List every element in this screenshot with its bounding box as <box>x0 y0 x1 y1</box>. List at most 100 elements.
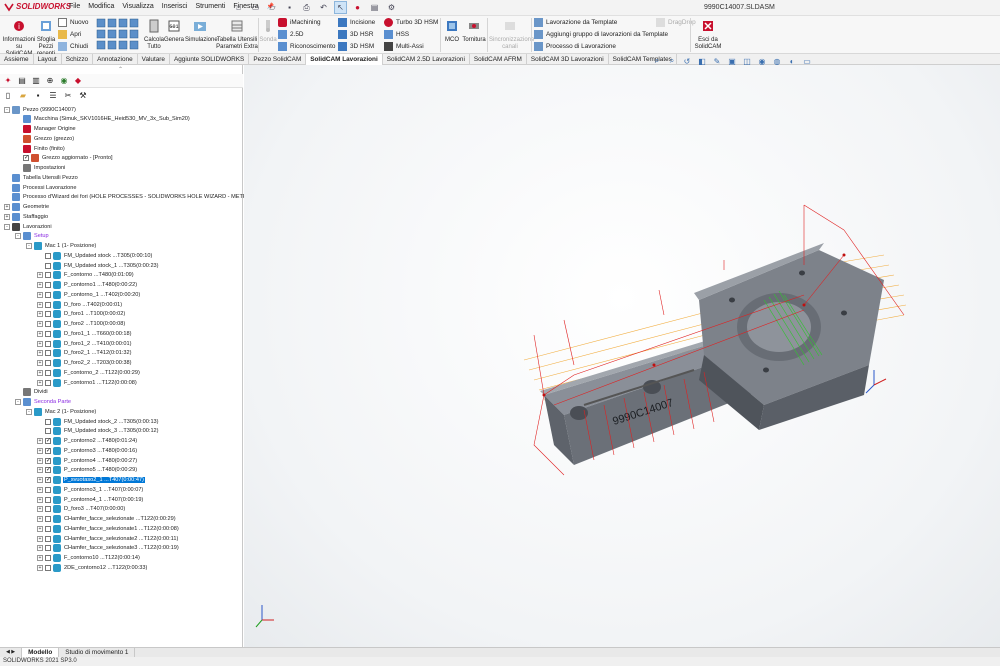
template-operation-button[interactable]: Lavorazione da Template <box>534 18 617 27</box>
expand-icon[interactable]: + <box>37 272 43 279</box>
simulation-button[interactable]: Simulazione <box>185 19 218 44</box>
new-file-icon[interactable]: ▯ <box>2 89 14 101</box>
tab-solidcam-lavorazioni[interactable]: SolidCAM Lavorazioni <box>306 54 383 65</box>
expand-icon[interactable]: + <box>37 496 43 503</box>
tree-node[interactable]: + P_contorno4 ...T480(0:00:27) <box>37 456 138 465</box>
save-icon[interactable]: ▪ <box>32 89 44 101</box>
suppress-checkbox[interactable] <box>45 438 51 444</box>
open-button[interactable]: Apri <box>58 30 81 39</box>
tab-solidcam-afrm[interactable]: SolidCAM AFRM <box>470 54 527 65</box>
expand-icon[interactable]: + <box>37 330 43 337</box>
tree-node[interactable]: Macchina (Simuk_SKV1016HE_Heid530_MV_3x_… <box>15 115 191 124</box>
menu-item-modifica[interactable]: Modifica <box>87 3 115 10</box>
tree-node[interactable]: FM_Updated stock ...T305(0:00:10) <box>37 251 153 260</box>
tree-node[interactable]: + F_contorno ...T480(0:01:09) <box>37 271 135 280</box>
collapse-icon[interactable]: - <box>26 408 32 415</box>
tree-node[interactable]: + Staffaggio <box>4 212 49 221</box>
collapse-icon[interactable]: - <box>15 399 21 405</box>
open-folder-icon[interactable]: ▱ <box>266 1 279 14</box>
undo-icon[interactable]: ↶ <box>317 1 330 14</box>
tab-schizzo[interactable]: Schizzo <box>62 54 94 65</box>
new-document-icon[interactable]: ▭ <box>249 1 262 14</box>
menu-item-inserisci[interactable]: Inserisci <box>161 3 189 10</box>
expand-icon[interactable]: + <box>37 467 43 474</box>
calculate-all-button[interactable]: Calcola Tutto <box>144 19 164 51</box>
browse-recent-parts-button[interactable]: Sfoglia Pezzi recenti <box>36 19 56 58</box>
tree-node[interactable]: + P_svuotaso2_1 ...T407(0:00:47) <box>37 476 145 485</box>
tree-node[interactable]: + CHamfer_facce_selezionate2 ...T122(0:00… <box>37 534 179 543</box>
tree-node[interactable]: + D_foro2_1 ...T412(0:01:32) <box>37 349 132 358</box>
tree-node[interactable]: + Geometrie <box>4 203 50 212</box>
save-icon[interactable]: ▪ <box>283 1 296 14</box>
suppress-checkbox[interactable] <box>45 555 51 561</box>
suppress-checkbox[interactable] <box>45 272 51 279</box>
suppress-checkbox[interactable] <box>45 262 51 269</box>
tab-annotazione[interactable]: Annotazione <box>93 54 138 65</box>
select-arrow-icon[interactable]: ↖ <box>334 1 347 14</box>
expand-icon[interactable]: + <box>37 564 43 571</box>
generate-gcode-button[interactable]: G01 Genera <box>164 19 184 44</box>
expand-icon[interactable]: + <box>37 321 43 327</box>
turbo-hsm-button[interactable]: Turbo 3D HSM <box>384 18 438 27</box>
tree-node[interactable]: + P_contorno3 ...T480(0:00:16) <box>37 446 138 455</box>
suppress-checkbox[interactable] <box>45 301 51 308</box>
appearance-tab-icon[interactable]: ◉ <box>58 74 70 86</box>
suppress-checkbox[interactable] <box>45 477 51 483</box>
expand-icon[interactable]: + <box>37 311 43 318</box>
suppress-checkbox[interactable] <box>45 457 51 464</box>
expand-icon[interactable]: + <box>37 282 43 288</box>
bottom-tab-modello[interactable]: Modello <box>22 648 60 657</box>
tree-node[interactable]: + F_contorno1 ...T122(0:00:08) <box>37 378 138 387</box>
solidworks-logo[interactable]: SOLIDWORKS <box>4 2 71 14</box>
print-icon[interactable]: ⎙ <box>300 1 313 14</box>
tree-node[interactable]: + D_foro1_1 ...T660(0:00:18) <box>37 329 132 338</box>
tree-node[interactable]: + CHamfer_facce_selezionate ...T122(0:00:… <box>37 515 177 524</box>
home-icon[interactable]: ⌂ <box>232 1 245 14</box>
tree-node[interactable]: - Setup <box>15 232 50 241</box>
tool-table-extra-button[interactable]: Tabella Utensili Parametri Extra <box>216 19 258 51</box>
tree-node[interactable]: Grezzo (grezzo) <box>15 134 75 143</box>
engraving-button[interactable]: Incisione <box>338 18 375 27</box>
panel-collapse-icon[interactable]: ⌃ <box>118 66 123 73</box>
tree-node[interactable]: + P_contorno1 ...T480(0:00:22) <box>37 281 138 290</box>
tree-node[interactable]: + P_contorno2 ...T480(0:01:24) <box>37 437 138 446</box>
cut-icon[interactable]: ✂ <box>62 89 74 101</box>
menu-item-file[interactable]: File <box>68 3 81 10</box>
expand-icon[interactable]: + <box>37 545 43 552</box>
tree-node[interactable]: + P_contorno5 ...T480(0:00:29) <box>37 466 138 475</box>
tools-icon[interactable]: ⚒ <box>77 89 89 101</box>
view-tools-grid[interactable] <box>95 18 143 52</box>
turning-button[interactable]: Tornitura <box>462 19 486 44</box>
expand-icon[interactable]: + <box>37 438 43 444</box>
list-icon[interactable]: ☰ <box>47 89 59 101</box>
suppress-checkbox[interactable] <box>45 506 51 513</box>
tree-node[interactable]: + D_foro1 ...T100(0:00:02) <box>37 310 126 319</box>
expand-icon[interactable]: + <box>37 447 43 454</box>
expand-icon[interactable]: + <box>37 506 43 513</box>
tree-node[interactable]: + D_foro2 ...T100(0:00:08) <box>37 320 126 329</box>
expand-icon[interactable]: + <box>37 477 43 483</box>
suppress-checkbox[interactable] <box>45 467 51 474</box>
propertymanager-tab-icon[interactable]: ▤ <box>16 74 28 86</box>
expand-icon[interactable]: + <box>37 369 43 376</box>
close-button[interactable]: Chiudi <box>58 42 88 51</box>
tree-node[interactable]: + D_foro3 ...T407(0:00:00) <box>37 505 126 514</box>
tree-node[interactable]: Impostazioni <box>15 164 66 173</box>
expand-icon[interactable]: + <box>37 301 43 308</box>
suppress-checkbox[interactable] <box>45 447 51 454</box>
expand-icon[interactable]: + <box>37 360 43 366</box>
suppress-checkbox[interactable] <box>45 350 51 357</box>
tree-node[interactable]: Finito (finito) <box>15 144 66 153</box>
expand-icon[interactable]: + <box>4 204 10 210</box>
collapse-icon[interactable]: - <box>4 223 10 230</box>
tree-node[interactable]: + D_foro ...T402(0:00:01) <box>37 300 123 309</box>
expand-icon[interactable]: + <box>37 525 43 532</box>
tree-node[interactable]: + F_contorno10 ...T122(0:00:14) <box>37 554 141 563</box>
suppress-checkbox[interactable] <box>45 282 51 288</box>
collapse-icon[interactable]: - <box>26 243 32 249</box>
tree-node[interactable]: - Pezzo (9990C14007) <box>4 105 77 114</box>
tree-node[interactable]: - Lavorazioni <box>4 222 53 231</box>
suppress-checkbox[interactable] <box>45 564 51 571</box>
suppress-checkbox[interactable] <box>45 545 51 552</box>
menu-item-strumenti[interactable]: Strumenti <box>194 3 226 10</box>
